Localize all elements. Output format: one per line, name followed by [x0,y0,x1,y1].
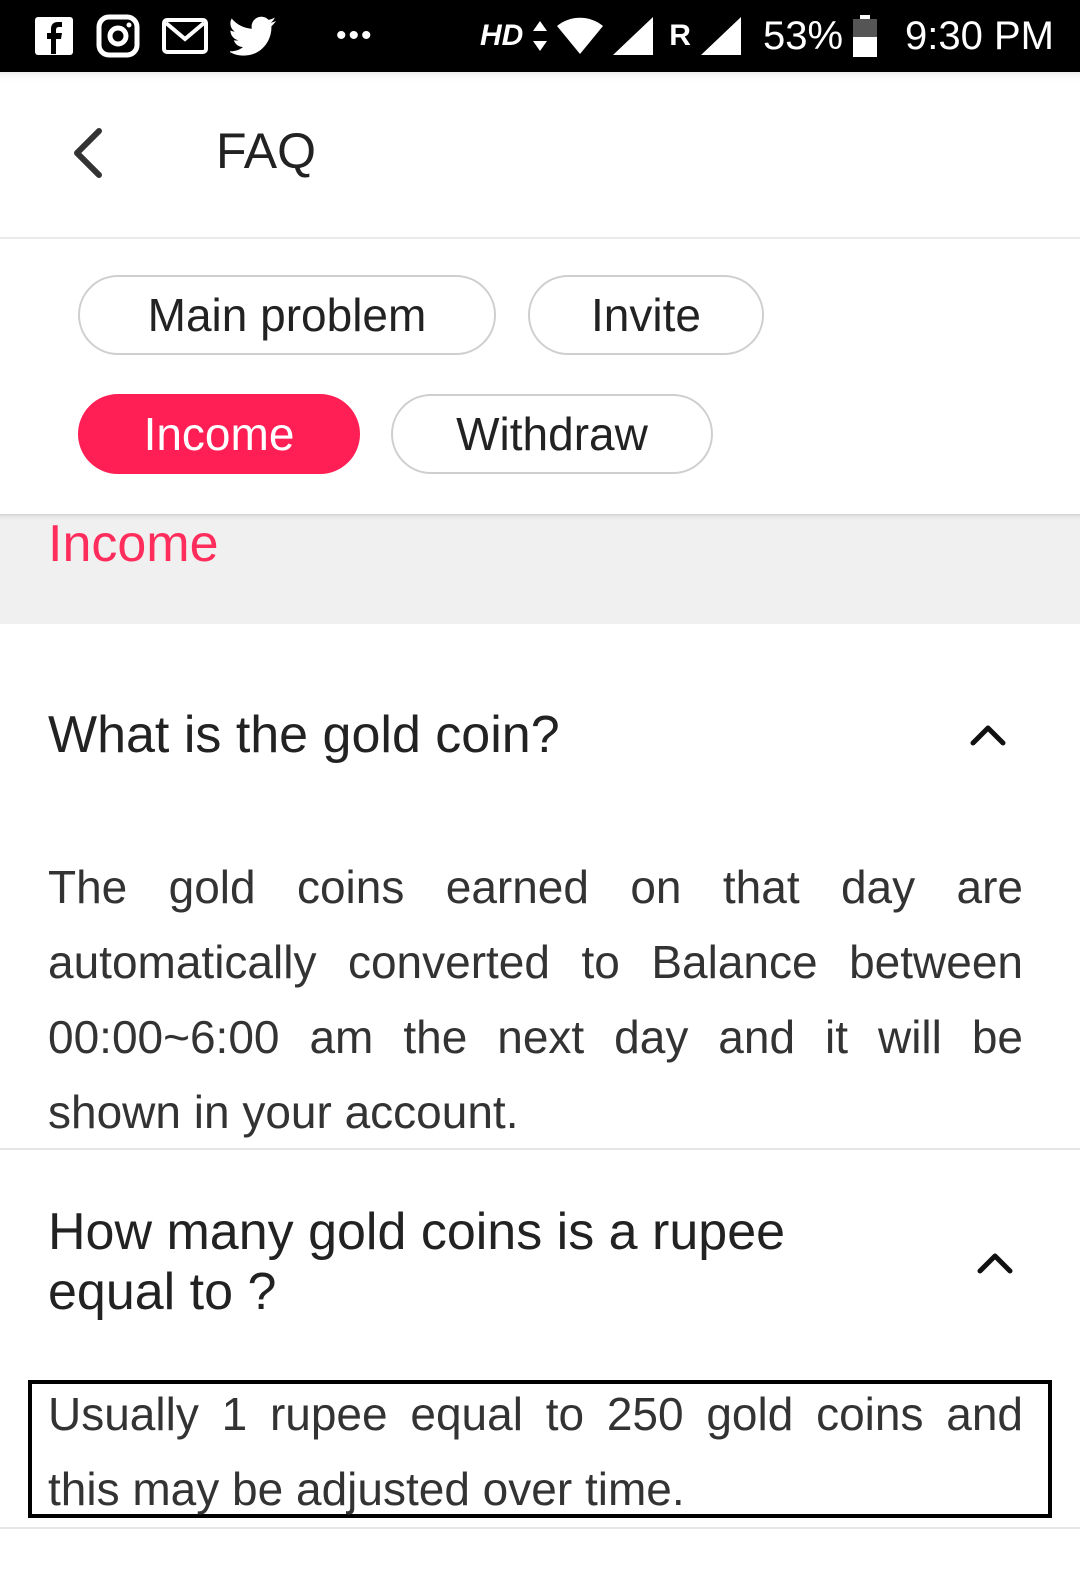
data-arrows-icon [533,21,548,51]
section-title: Income [48,515,219,573]
divider [0,1148,1080,1150]
faq-question[interactable]: How many gold coins is a rupee equal to … [48,1202,898,1322]
chevron-up-icon[interactable] [975,1248,1015,1278]
signal-roaming-icon [700,17,741,55]
tab-income[interactable]: Income [78,394,360,474]
signal-icon [613,17,654,55]
battery-icon [853,15,878,57]
facebook-icon [34,16,74,56]
gmail-icon [162,18,208,54]
faq-question[interactable]: What is the gold coin? [48,705,560,765]
back-button[interactable] [58,120,118,190]
roaming-indicator: R [669,19,691,52]
tab-invite[interactable]: Invite [528,275,764,355]
tab-withdraw[interactable]: Withdraw [391,394,713,474]
chevron-left-icon [71,127,105,184]
divider [0,1527,1080,1529]
battery-percent: 53% [762,13,844,58]
tab-main-problem[interactable]: Main problem [78,275,496,355]
page-title: FAQ [216,123,317,179]
status-bar: ••• HD R 53% 9:30 PM [0,0,1080,72]
instagram-icon [96,14,140,58]
section-header: Income [0,514,1080,624]
hd-voice-indicator: HD [479,19,524,52]
faq-answer: Usually 1 rupee equal to 250 gold coins … [48,1388,1023,1515]
more-notifications-icon: ••• [336,19,374,52]
wifi-icon [557,17,604,55]
faq-answer: The gold coins earned on that day are au… [48,861,1023,1138]
twitter-icon [230,16,278,56]
category-tabs: Main problem Invite Income Withdraw [0,239,1080,514]
app-bar: FAQ [0,72,1080,239]
chevron-up-icon[interactable] [968,720,1008,750]
clock: 9:30 PM [905,13,1054,58]
